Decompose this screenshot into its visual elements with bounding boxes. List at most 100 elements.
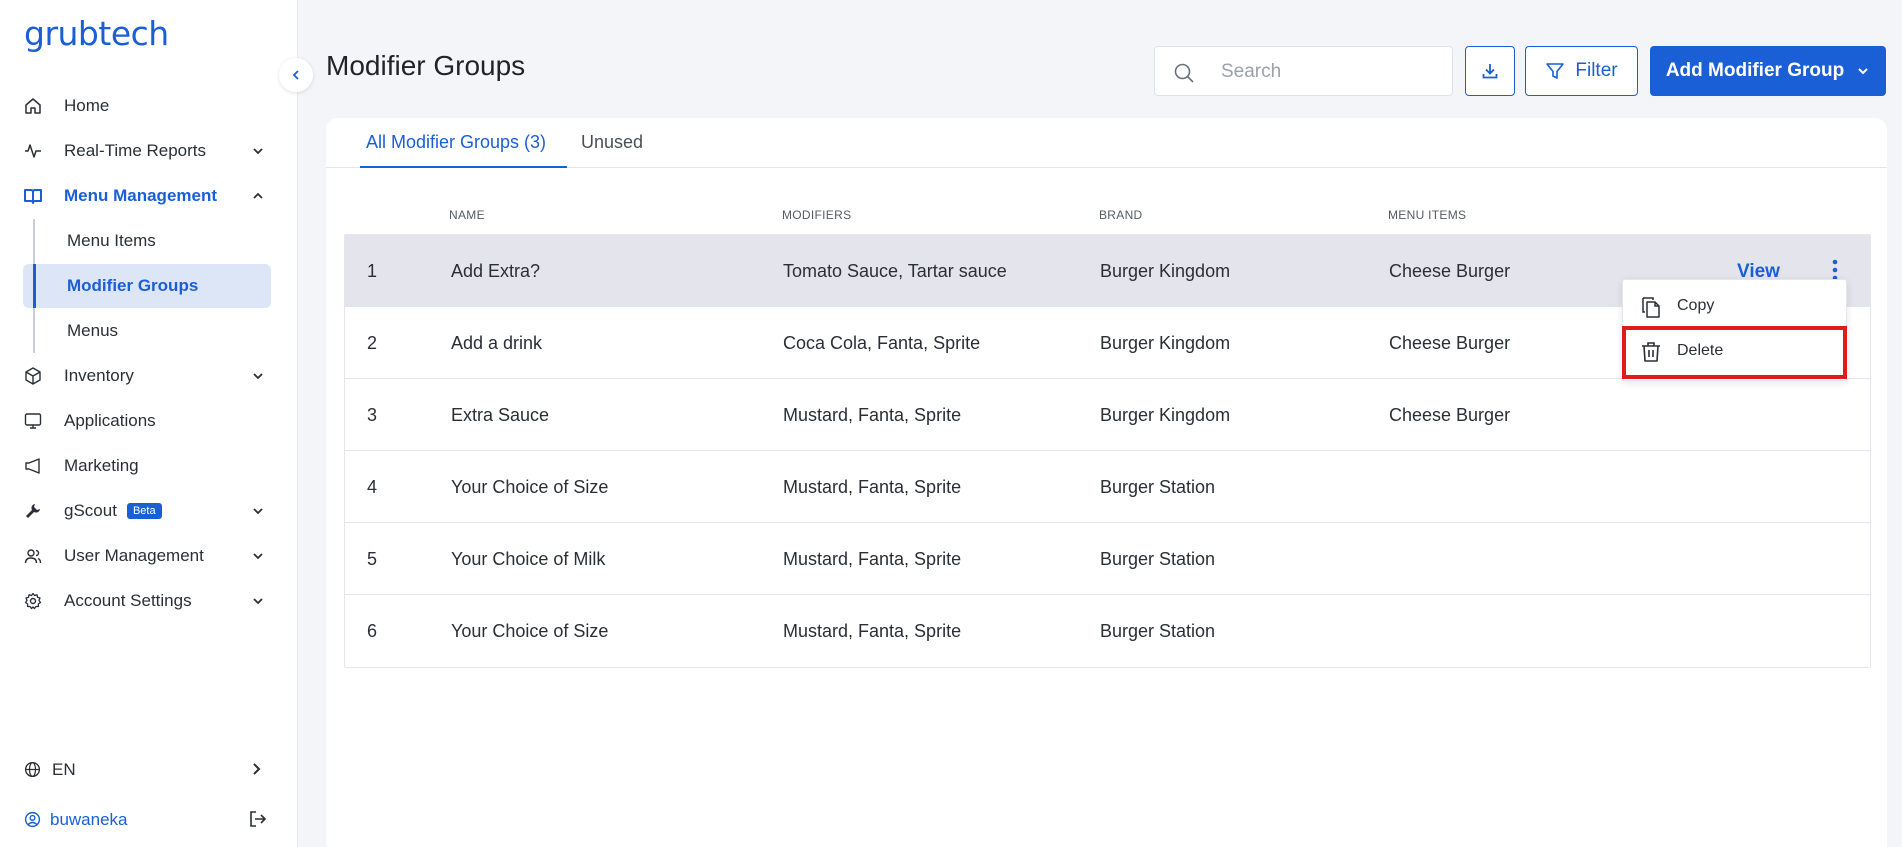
- tab-bar: All Modifier Groups (3) Unused: [326, 118, 1887, 168]
- modifier-groups-table: NAME MODIFIERS BRAND MENU ITEMS 1 Add Ex…: [344, 196, 1871, 668]
- sidebar-item-user-management[interactable]: User Management: [0, 534, 298, 578]
- monitor-icon: [24, 412, 42, 430]
- row-index: 6: [367, 621, 378, 641]
- delete-menu-item[interactable]: Delete: [1623, 328, 1848, 374]
- sidebar-item-menu-management[interactable]: Menu Management: [0, 174, 298, 218]
- sidebar-item-label: Menu Management: [64, 186, 218, 205]
- column-header-brand: BRAND: [1099, 208, 1143, 222]
- row-actions-menu: Copy Delete: [1622, 279, 1847, 381]
- users-icon: [24, 547, 42, 565]
- table-row[interactable]: 4 Your Choice of Size Mustard, Fanta, Sp…: [345, 451, 1870, 523]
- row-menu-items: Cheese Burger: [1389, 261, 1511, 281]
- row-menu-items: Cheese Burger: [1389, 333, 1511, 353]
- sidebar-item-real-time-reports[interactable]: Real-Time Reports: [0, 129, 298, 173]
- chevron-down-icon: [251, 369, 265, 383]
- chevron-down-icon: [251, 549, 265, 563]
- beta-badge: Beta: [126, 502, 162, 519]
- row-modifiers: Tomato Sauce, Tartar sauce: [783, 261, 1007, 281]
- sidebar-subitem-modifier-groups[interactable]: Modifier Groups: [23, 264, 271, 308]
- table-row[interactable]: 3 Extra Sauce Mustard, Fanta, Sprite Bur…: [345, 379, 1870, 451]
- home-icon: [24, 97, 42, 115]
- chevron-right-icon: [249, 761, 263, 782]
- row-name: Add Extra?: [451, 261, 541, 281]
- sidebar-item-marketing[interactable]: Marketing: [0, 444, 298, 488]
- delete-label: Delete: [1677, 342, 1724, 359]
- chevron-left-icon: [292, 70, 299, 80]
- filter-button[interactable]: Filter: [1525, 46, 1638, 96]
- row-menu-items: Cheese Burger: [1389, 405, 1511, 425]
- filter-label: Filter: [1575, 60, 1618, 81]
- sidebar-item-inventory[interactable]: Inventory: [0, 354, 298, 398]
- row-brand: Burger Kingdom: [1100, 405, 1231, 425]
- sidebar-item-home[interactable]: Home: [0, 84, 298, 128]
- chevron-down-icon: [1858, 68, 1868, 75]
- download-button[interactable]: [1465, 46, 1515, 96]
- row-modifiers: Mustard, Fanta, Sprite: [783, 621, 962, 641]
- row-brand: Burger Station: [1100, 549, 1216, 569]
- box-icon: [24, 367, 42, 385]
- book-icon: [24, 187, 42, 205]
- row-brand: Burger Station: [1100, 621, 1216, 641]
- add-label: Add Modifier Group: [1665, 60, 1845, 81]
- gear-icon: [24, 592, 42, 610]
- copy-menu-item[interactable]: Copy: [1623, 283, 1848, 329]
- username: buwaneka: [50, 810, 128, 829]
- globe-icon: [24, 761, 41, 783]
- trash-icon: [1639, 340, 1663, 369]
- content-card: All Modifier Groups (3) Unused NAME MODI…: [326, 118, 1887, 847]
- sidebar-item-label: Real-Time Reports: [64, 141, 207, 160]
- pulse-icon: [24, 142, 42, 160]
- row-modifiers: Mustard, Fanta, Sprite: [783, 549, 962, 569]
- sidebar-subitem-menu-items[interactable]: Menu Items: [23, 219, 271, 263]
- filter-icon: [1546, 63, 1565, 79]
- sidebar-item-label: Account Settings: [64, 591, 192, 610]
- search-box: [1154, 46, 1453, 96]
- column-header-menu-items: MENU ITEMS: [1388, 208, 1467, 222]
- row-name: Add a drink: [451, 333, 543, 353]
- table-row[interactable]: 5 Your Choice of Milk Mustard, Fanta, Sp…: [345, 523, 1870, 595]
- wrench-icon: [24, 502, 42, 520]
- row-name: Your Choice of Size: [451, 621, 609, 641]
- chevron-up-icon: [251, 189, 265, 203]
- language-selector[interactable]: EN: [0, 750, 298, 790]
- sidebar-item-label: Marketing: [64, 456, 139, 475]
- logout-icon[interactable]: [248, 809, 268, 834]
- sidebar-collapse-button[interactable]: [279, 58, 313, 92]
- sidebar-subitem-label: Menu Items: [67, 231, 156, 250]
- sidebar-item-applications[interactable]: Applications: [0, 399, 298, 443]
- sidebar-subitem-menus[interactable]: Menus: [23, 309, 271, 353]
- download-icon: [1482, 64, 1498, 79]
- sidebar-item-text: gScout: [64, 501, 117, 520]
- sidebar-subitem-label: Modifier Groups: [67, 276, 199, 295]
- tab-all-modifier-groups[interactable]: All Modifier Groups (3): [360, 132, 567, 168]
- row-modifiers: Mustard, Fanta, Sprite: [783, 477, 962, 497]
- row-modifiers: Mustard, Fanta, Sprite: [783, 405, 962, 425]
- row-name: Your Choice of Milk: [451, 549, 606, 569]
- row-index: 4: [367, 477, 378, 497]
- row-brand: Burger Kingdom: [1100, 333, 1231, 353]
- megaphone-icon: [24, 457, 42, 475]
- language-label: EN: [52, 760, 76, 779]
- row-name: Your Choice of Size: [451, 477, 609, 497]
- table-header: NAME MODIFIERS BRAND MENU ITEMS: [344, 196, 1871, 234]
- row-index: 3: [367, 405, 378, 425]
- table-row[interactable]: 6 Your Choice of Size Mustard, Fanta, Sp…: [345, 595, 1870, 667]
- search-icon: [1173, 62, 1195, 89]
- sidebar-item-label: Inventory: [64, 366, 134, 385]
- search-input[interactable]: [1221, 59, 1441, 85]
- sidebar-item-label: Home: [64, 96, 110, 115]
- sidebar-item-account-settings[interactable]: Account Settings: [0, 579, 298, 623]
- sidebar-item-gscout[interactable]: gScout Beta: [0, 489, 298, 533]
- row-index: 1: [367, 261, 378, 281]
- chevron-down-icon: [251, 504, 265, 518]
- row-brand: Burger Kingdom: [1100, 261, 1231, 281]
- column-header-name: NAME: [449, 208, 485, 222]
- column-header-modifiers: MODIFIERS: [782, 208, 852, 222]
- chevron-down-icon: [251, 144, 265, 158]
- row-brand: Burger Station: [1100, 477, 1216, 497]
- tab-unused[interactable]: Unused: [581, 132, 643, 168]
- sidebar-item-label: gScout Beta: [64, 501, 162, 521]
- add-modifier-group-button[interactable]: Add Modifier Group: [1650, 46, 1886, 96]
- row-name: Extra Sauce: [451, 405, 550, 425]
- copy-label: Copy: [1677, 297, 1715, 314]
